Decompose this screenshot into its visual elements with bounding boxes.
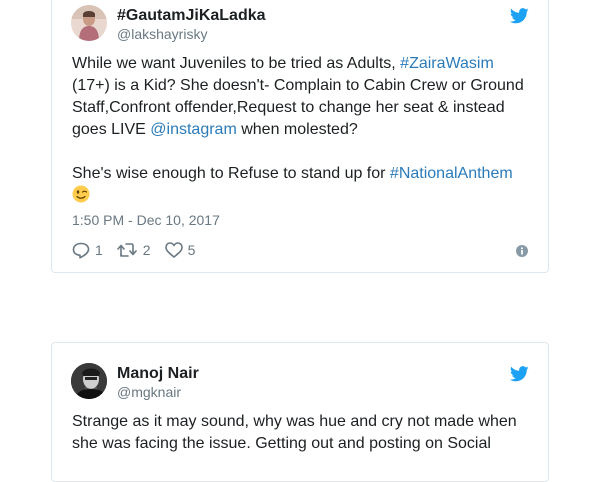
tweet-actions: 1 2 5 [72, 240, 209, 260]
tweet-text-line: she was facing the issue. Getting out an… [72, 435, 491, 452]
like-count: 5 [187, 242, 196, 258]
tweet-text-line: (17+) is a Kid? She doesn't- Complain to… [72, 77, 524, 94]
retweet-button[interactable]: 2 [116, 242, 151, 258]
screen-name[interactable]: @lakshayrisky [117, 26, 207, 42]
twitter-bird-icon[interactable] [510, 366, 529, 382]
retweet-icon [116, 243, 137, 257]
tweet-text-segment: While we want Juveniles to be tried as A… [72, 55, 401, 72]
display-name[interactable]: Manoj Nair [117, 365, 199, 383]
hashtag-link[interactable]: #NationalAnthem [390, 165, 513, 182]
user-avatar[interactable] [71, 363, 107, 399]
tweet-card[interactable]: #GautamJiKaLadka @lakshayrisky While we … [51, 0, 549, 273]
winking-face-emoji [72, 185, 90, 203]
retweet-count: 2 [142, 242, 151, 258]
twitter-bird-icon[interactable] [510, 8, 529, 24]
tweet-text: Strange as it may sound, why was hue and… [72, 411, 530, 455]
tweet-text-segment: when molested? [236, 121, 358, 138]
tweet-text-segment: goes LIVE [72, 121, 151, 138]
reply-icon [72, 242, 90, 259]
display-name[interactable]: #GautamJiKaLadka [117, 7, 266, 25]
heart-icon [164, 242, 183, 258]
reply-count: 1 [95, 242, 103, 258]
tweet-text-line: Staff,Confront offender,Request to chang… [72, 99, 505, 116]
info-icon[interactable] [516, 245, 528, 257]
tweet-card[interactable]: Manoj Nair @mgknair Strange as it may so… [51, 342, 549, 482]
hashtag-link[interactable]: #ZairaWasim [400, 55, 494, 72]
tweet-text-line: Strange as it may sound, why was hue and… [72, 413, 517, 430]
user-avatar[interactable] [71, 5, 107, 41]
tweet-timestamp[interactable]: 1:50 PM - Dec 10, 2017 [72, 212, 220, 228]
reply-button[interactable]: 1 [72, 242, 103, 259]
screen-name[interactable]: @mgknair [117, 384, 181, 400]
tweet-text: While we want Juveniles to be tried as A… [72, 53, 530, 207]
tweet-text-segment: She's wise enough to Refuse to stand up … [72, 165, 390, 182]
like-button[interactable]: 5 [164, 242, 196, 258]
mention-link[interactable]: @instagram [150, 121, 237, 138]
